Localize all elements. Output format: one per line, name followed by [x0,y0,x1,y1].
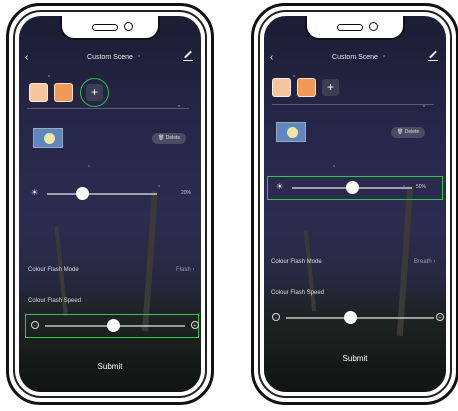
phone-frame-left: ‹ Custom Scene + 🗑 Delete ☀ 20% Colour F… [6,3,214,405]
fast-icon: + [436,313,444,321]
slow-icon: - [272,313,280,321]
brightness-slider[interactable]: ☀ 20% [19,184,201,204]
flash-mode-value[interactable]: Flash › [176,267,194,273]
scene-thumbnail[interactable] [33,128,63,148]
moon-icon [44,133,55,144]
flash-mode-label: Colour Flash Mode [28,267,79,273]
add-color-button[interactable]: + [322,79,339,96]
color-swatch-peach[interactable] [29,83,48,102]
flash-speed-label: Colour Flash Speed [271,290,325,296]
flash-speed-label: Colour Flash Speed [28,298,82,304]
highlight-ring [80,78,109,107]
page-title: Custom Scene [332,54,378,61]
brightness-knob[interactable] [346,181,359,194]
page-title: Custom Scene [87,54,133,61]
color-swatch-orange[interactable] [54,83,73,102]
brightness-icon: ☀ [276,182,284,191]
submit-button[interactable]: Submit [264,354,446,363]
edit-icon[interactable] [183,50,193,62]
speed-slider[interactable]: - + [19,316,201,336]
phone-frame-right: ‹ Custom Scene + 🗑 Delete ☀ 50% Colour F… [251,3,458,405]
brightness-value: 50% [416,184,427,190]
back-icon[interactable]: ‹ [270,50,273,66]
flash-mode-value[interactable]: Breath › [414,259,435,265]
scene-thumbnail[interactable] [276,122,306,142]
submit-button[interactable]: Submit [19,362,201,371]
brightness-value: 20% [181,190,192,196]
app-screen: ‹ Custom Scene + 🗑 Delete ☀ 20% Colour F… [19,16,201,392]
color-swatch-peach[interactable] [272,78,291,97]
flash-mode-label: Colour Flash Mode [271,259,322,265]
delete-button[interactable]: 🗑 Delete [391,127,426,138]
brightness-knob[interactable] [76,187,89,200]
app-screen: ‹ Custom Scene + 🗑 Delete ☀ 50% Colour F… [264,16,446,392]
speed-slider[interactable]: - + [264,308,446,328]
speed-knob[interactable] [107,319,120,332]
slow-icon: - [31,321,39,329]
back-icon[interactable]: ‹ [25,50,28,66]
speed-knob[interactable] [344,311,357,324]
brightness-icon: ☀ [31,188,39,197]
brightness-slider[interactable]: ☀ 50% [264,178,446,198]
moon-icon [287,127,298,138]
fast-icon: + [191,321,199,329]
edit-icon[interactable] [428,50,438,62]
header: ‹ Custom Scene [264,50,446,66]
header: ‹ Custom Scene [19,50,201,66]
color-swatch-orange[interactable] [297,78,316,97]
delete-button[interactable]: 🗑 Delete [152,133,187,144]
